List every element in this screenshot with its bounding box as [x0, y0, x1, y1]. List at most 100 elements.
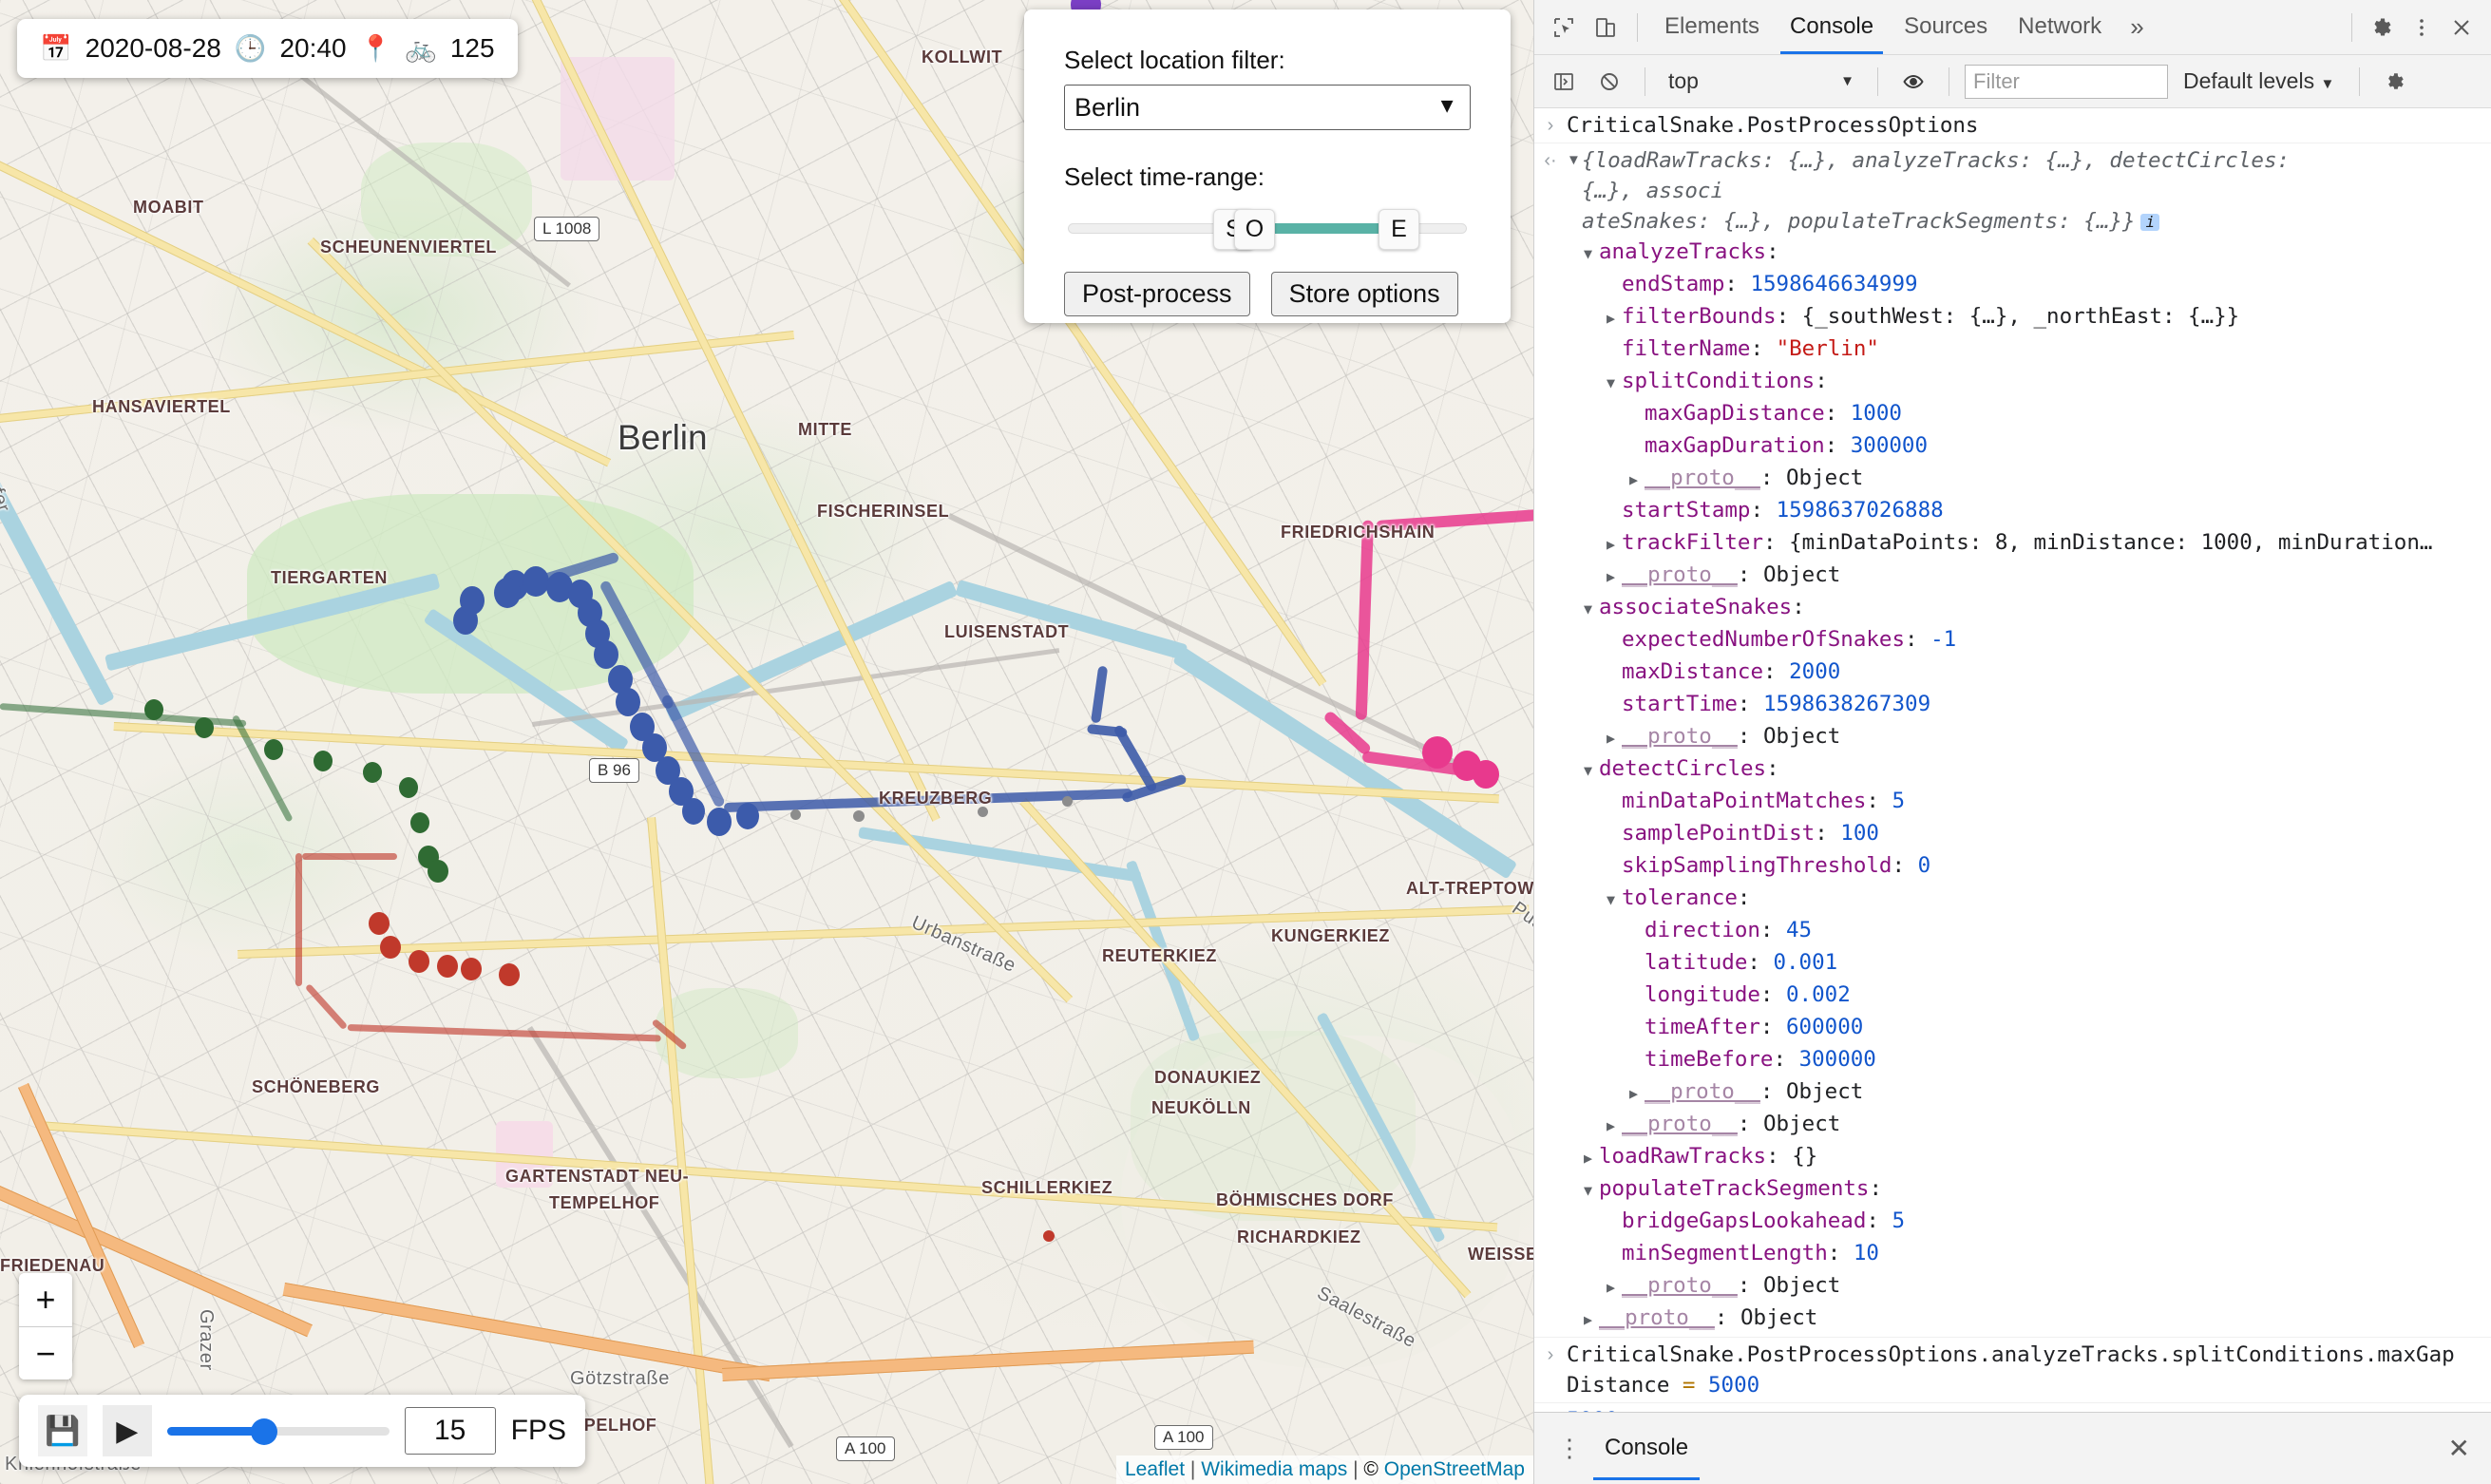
object-property-row[interactable]: ▶ __proto__: Object — [1534, 1076, 2491, 1109]
console-filter-input[interactable] — [1965, 64, 2168, 99]
collapse-triangle-icon[interactable]: ▼ — [1607, 885, 1622, 915]
show-console-sidebar-icon[interactable] — [1544, 62, 1584, 102]
object-property-row[interactable]: ▼ detectCircles: — [1534, 753, 2491, 786]
kebab-menu-icon[interactable] — [2402, 8, 2442, 48]
object-property-row[interactable]: timeBefore: 300000 — [1534, 1044, 2491, 1076]
object-property-row[interactable]: ▼ splitConditions: — [1534, 366, 2491, 398]
object-property-row[interactable]: endStamp: 1598646634999 — [1534, 269, 2491, 301]
object-property-row[interactable]: ▶ __proto__: Object — [1534, 1270, 2491, 1303]
drawer-tab-console[interactable]: Console — [1591, 1417, 1702, 1480]
object-property-row[interactable]: startStamp: 1598637026888 — [1534, 495, 2491, 527]
object-property-row[interactable]: ▶ __proto__: Object — [1534, 721, 2491, 753]
object-property-row[interactable]: ▼ populateTrackSegments: — [1534, 1173, 2491, 1206]
zoom-in-button[interactable]: + — [19, 1273, 72, 1326]
device-toolbar-icon[interactable] — [1586, 8, 1626, 48]
expand-triangle-icon[interactable]: ▶ — [1607, 529, 1622, 560]
object-property-row[interactable]: bridgeGapsLookahead: 5 — [1534, 1206, 2491, 1238]
object-property-row[interactable]: skipSamplingThreshold: 0 — [1534, 850, 2491, 883]
object-property-row[interactable]: ▶ __proto__: Object — [1534, 1109, 2491, 1141]
chevron-double-right-icon[interactable]: » — [2119, 7, 2155, 48]
expand-triangle-icon[interactable]: ▶ — [1607, 1111, 1622, 1141]
gear-icon[interactable] — [2362, 8, 2402, 48]
object-property-row[interactable]: timeAfter: 600000 — [1534, 1012, 2491, 1044]
expand-triangle-icon[interactable]: ▶ — [1607, 1272, 1622, 1303]
play-icon[interactable]: ▶ — [102, 1405, 152, 1456]
devtools-tab-console[interactable]: Console — [1775, 2, 1889, 54]
inspect-element-icon[interactable] — [1544, 8, 1584, 48]
close-icon[interactable] — [2442, 8, 2481, 48]
object-property-row[interactable]: minSegmentLength: 10 — [1534, 1238, 2491, 1270]
zoom-control[interactable]: + − — [19, 1273, 72, 1379]
object-property-row[interactable]: maxDistance: 2000 — [1534, 656, 2491, 689]
object-property-row[interactable]: ▶ __proto__: Object — [1534, 463, 2491, 495]
time-range-label: Select time-range: — [1064, 162, 1265, 191]
expand-triangle-icon[interactable]: ▶ — [1607, 723, 1622, 753]
wikimedia-link[interactable]: Wikimedia maps — [1201, 1458, 1347, 1480]
object-property-row[interactable]: filterName: "Berlin" — [1534, 333, 2491, 366]
result-object-header[interactable]: ‹· ▼ {loadRawTracks: {…}, analyzeTracks:… — [1534, 145, 2491, 237]
fps-slider-knob[interactable] — [250, 1418, 277, 1445]
save-disk-icon[interactable]: 💾 — [38, 1405, 87, 1456]
expand-triangle-icon[interactable]: ▶ — [1584, 1143, 1599, 1173]
time-range-slider[interactable]: S O E — [1064, 201, 1471, 255]
clear-console-icon[interactable] — [1589, 62, 1629, 102]
info-badge-icon[interactable]: i — [2140, 213, 2160, 231]
expand-triangle-icon[interactable]: ▼ — [1567, 145, 1582, 176]
console-message-list[interactable]: › CriticalSnake.PostProcessOptions ‹· ▼ … — [1534, 108, 2491, 1412]
object-property-row[interactable]: direction: 45 — [1534, 915, 2491, 947]
openstreetmap-link[interactable]: OpenStreetMap — [1384, 1458, 1525, 1480]
slider-handle-end[interactable]: E — [1379, 209, 1419, 250]
object-property-row[interactable]: ▶ __proto__: Object — [1534, 1303, 2491, 1335]
console-result-row[interactable]: ‹· ▼ {loadRawTracks: {…}, analyzeTracks:… — [1534, 143, 2491, 1338]
object-property-row[interactable]: expectedNumberOfSnakes: -1 — [1534, 624, 2491, 656]
close-icon[interactable]: ✕ — [2441, 1433, 2478, 1464]
slider-handle-middle[interactable]: O — [1234, 209, 1275, 250]
location-filter-select[interactable]: Berlin — [1064, 85, 1471, 130]
object-property-row[interactable]: maxGapDuration: 300000 — [1534, 430, 2491, 463]
object-property-row[interactable]: ▶ filterBounds: {_southWest: {…}, _northE… — [1534, 301, 2491, 333]
object-property-tree[interactable]: ▼ analyzeTracks: endStamp: 1598646634999 ▶… — [1534, 237, 2491, 1335]
console-result-row-2[interactable]: ‹· 5000 — [1534, 1403, 2491, 1412]
object-property-row[interactable]: ▶ trackFilter: {minDataPoints: 8, minDist… — [1534, 527, 2491, 560]
object-property-row[interactable]: samplePointDist: 100 — [1534, 818, 2491, 850]
store-options-button[interactable]: Store options — [1270, 272, 1458, 316]
live-expression-icon[interactable] — [1893, 62, 1933, 102]
zoom-out-button[interactable]: − — [19, 1326, 72, 1379]
object-property-row[interactable]: ▶ __proto__: Object — [1534, 560, 2491, 592]
kebab-menu-icon[interactable]: ⋮ — [1548, 1436, 1591, 1459]
gear-icon[interactable] — [2375, 62, 2415, 102]
devtools-tab-elements[interactable]: Elements — [1649, 2, 1775, 53]
console-command-row-2[interactable]: › CriticalSnake.PostProcessOptions.analy… — [1534, 1338, 2491, 1403]
expand-triangle-icon[interactable]: ▶ — [1584, 1304, 1599, 1335]
object-property-row[interactable]: ▶ loadRawTracks: {} — [1534, 1141, 2491, 1173]
collapse-triangle-icon[interactable]: ▼ — [1584, 1175, 1599, 1206]
object-property-row[interactable]: latitude: 0.001 — [1534, 947, 2491, 980]
object-property-row[interactable]: ▼ tolerance: — [1534, 883, 2491, 915]
expand-triangle-icon[interactable]: ▶ — [1607, 303, 1622, 333]
object-property-row[interactable]: minDataPointMatches: 5 — [1534, 786, 2491, 818]
collapse-triangle-icon[interactable]: ▼ — [1584, 238, 1599, 269]
collapse-triangle-icon[interactable]: ▼ — [1584, 594, 1599, 624]
object-property-row[interactable]: longitude: 0.002 — [1534, 980, 2491, 1012]
property-separator: : — [1792, 595, 1805, 619]
location-filter-wrap[interactable]: Berlin ▼ — [1064, 85, 1471, 130]
expand-triangle-icon[interactable]: ▶ — [1607, 561, 1622, 592]
post-process-button[interactable]: Post-process — [1064, 272, 1250, 316]
object-property-row[interactable]: maxGapDistance: 1000 — [1534, 398, 2491, 430]
collapse-triangle-icon[interactable]: ▼ — [1584, 755, 1599, 786]
execution-context-select[interactable]: top ▼ — [1661, 68, 1862, 94]
devtools-tab-sources[interactable]: Sources — [1889, 2, 2003, 53]
object-property-row[interactable]: ▼ analyzeTracks: — [1534, 237, 2491, 269]
collapse-triangle-icon[interactable]: ▼ — [1607, 368, 1622, 398]
object-property-row[interactable]: ▼ associateSnakes: — [1534, 592, 2491, 624]
expand-triangle-icon[interactable]: ▶ — [1629, 465, 1645, 495]
fps-slider[interactable] — [166, 1418, 390, 1445]
object-property-row[interactable]: startTime: 1598638267309 — [1534, 689, 2491, 721]
console-command-row[interactable]: › CriticalSnake.PostProcessOptions — [1534, 108, 2491, 143]
devtools-tab-network[interactable]: Network — [2003, 2, 2117, 53]
log-levels-select[interactable]: Default levels ▼ — [2174, 68, 2344, 94]
fps-input[interactable] — [404, 1407, 496, 1455]
expand-triangle-icon[interactable]: ▶ — [1629, 1078, 1645, 1109]
leaflet-link[interactable]: Leaflet — [1125, 1458, 1185, 1480]
map-pane[interactable]: Berlin KOLLWIT MOABIT SCHEUNENVIERTEL HANSAV… — [0, 0, 1533, 1484]
